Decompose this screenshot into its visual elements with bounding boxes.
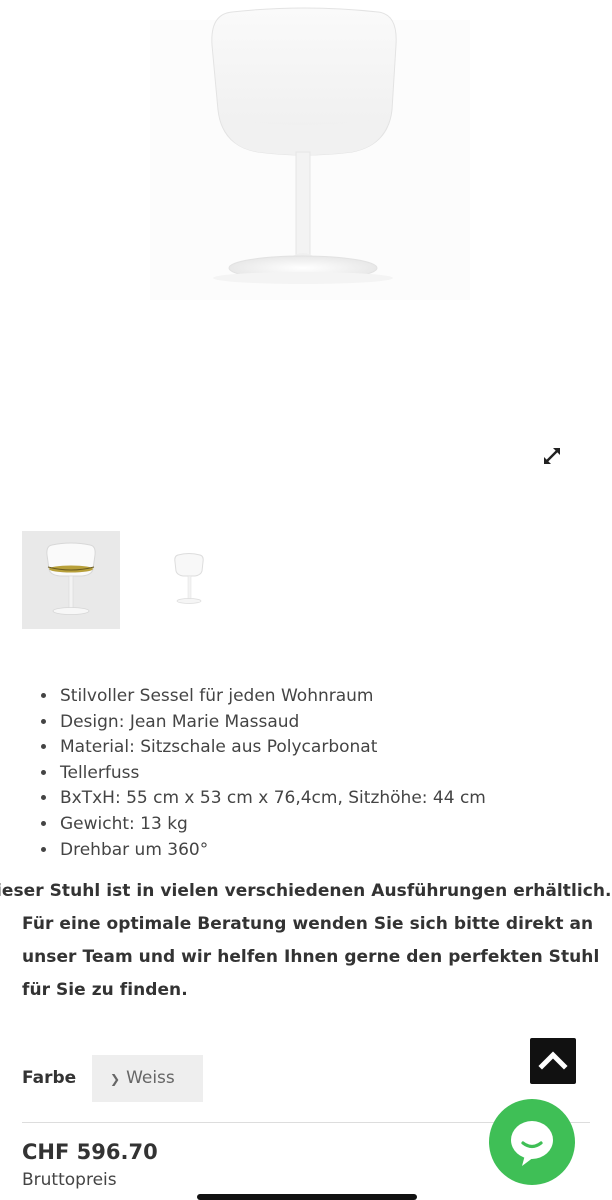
color-select[interactable]: ❯ Weiss xyxy=(92,1055,203,1102)
color-option-label: Farbe xyxy=(22,1068,77,1088)
notice-line: für Sie zu finden. xyxy=(22,980,188,1000)
notice-line: Für eine optimale Beratung wenden Sie si… xyxy=(22,914,594,934)
notice-line: unser Team und wir helfen Ihnen gerne de… xyxy=(22,947,600,967)
availability-notice: ieser Stuhl ist in vielen verschiedenen … xyxy=(0,875,611,1007)
feature-item: Tellerfuss xyxy=(58,761,486,787)
feature-item: Drehbar um 360° xyxy=(58,838,486,864)
thumbnail-1[interactable] xyxy=(22,531,120,629)
chair-white-image xyxy=(174,553,204,604)
product-price: CHF 596.70 xyxy=(22,1140,158,1164)
feature-item: Design: Jean Marie Massaud xyxy=(58,710,486,736)
chevron-down-icon: ❯ xyxy=(110,1072,121,1086)
feature-item: Stilvoller Sessel für jeden Wohnraum xyxy=(58,684,486,710)
chair-image xyxy=(150,7,470,300)
thumbnail-2[interactable] xyxy=(138,531,236,629)
chevron-up-icon xyxy=(538,1051,568,1070)
chat-bubble-icon xyxy=(511,1121,553,1166)
back-to-top-button[interactable] xyxy=(530,1038,576,1084)
notice-line: ieser Stuhl ist in vielen verschiedenen … xyxy=(0,881,612,901)
feature-item: Gewicht: 13 kg xyxy=(58,812,486,838)
chat-button[interactable] xyxy=(489,1099,575,1185)
home-indicator xyxy=(197,1194,417,1200)
product-main-image[interactable] xyxy=(0,0,612,480)
price-note: Bruttopreis xyxy=(22,1170,117,1190)
feature-list: Stilvoller Sessel für jeden Wohnraum Des… xyxy=(36,684,486,863)
feature-item: BxTxH: 55 cm x 53 cm x 76,4cm, Sitzhöhe:… xyxy=(58,786,486,812)
feature-item: Material: Sitzschale aus Polycarbonat xyxy=(58,735,486,761)
chair-yellow-cushion-image xyxy=(46,542,96,615)
expand-arrows-icon[interactable] xyxy=(538,442,566,470)
color-selected-value: Weiss xyxy=(126,1068,175,1088)
